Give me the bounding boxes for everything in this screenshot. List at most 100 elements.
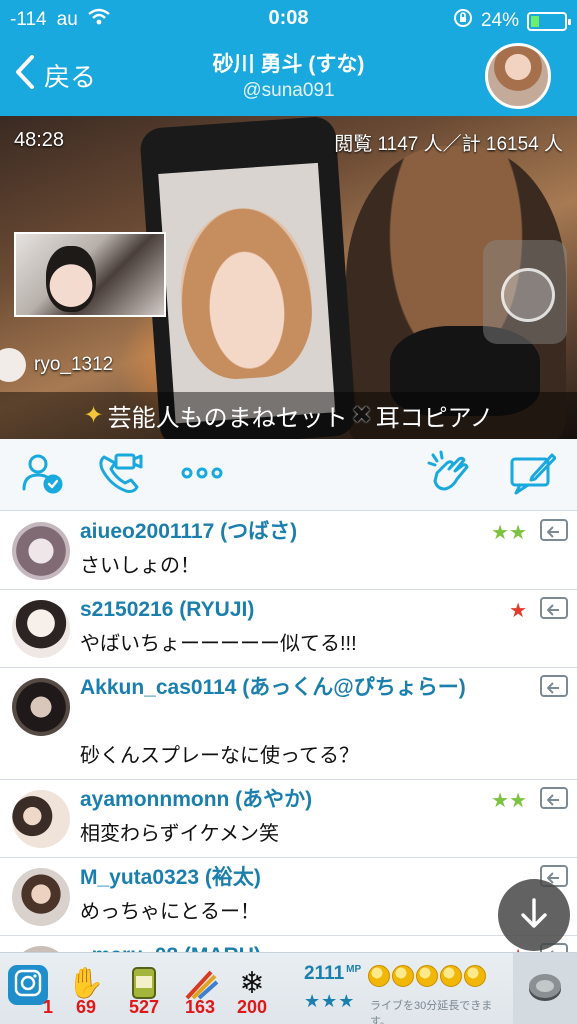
caption-right: 耳コピアノ bbox=[375, 405, 494, 432]
gift-tea-can[interactable]: 527 bbox=[120, 961, 168, 1021]
arrow-down-icon bbox=[517, 896, 551, 935]
instagram-count: 1 bbox=[43, 997, 54, 1017]
comment-username[interactable]: M_yuta0323 (裕太) bbox=[80, 863, 261, 893]
broadcaster-name: 砂川 勇斗 (すな) bbox=[212, 53, 365, 76]
viewer-stats: 閲覧 1147 人／計 16154 人 bbox=[334, 134, 563, 155]
green-star-badge-icon: ★ bbox=[509, 522, 527, 544]
comment-badges: ★ ★ bbox=[491, 522, 527, 544]
comment-badges: ★ ★ bbox=[491, 790, 527, 812]
broadcast-elapsed-time: 48:28 bbox=[14, 129, 65, 151]
green-star-badge-icon: ★ bbox=[509, 790, 527, 812]
broadcaster-avatar[interactable] bbox=[485, 43, 551, 109]
mp-value: 2111 MP bbox=[304, 963, 361, 985]
gift-bar: 1 ✋ 69 527 163 ❄ 200 2111 MP ★★★ ライブを30分延… bbox=[0, 952, 577, 1024]
comment-username[interactable]: _maru_08 (MARU) bbox=[80, 941, 261, 952]
video-phone-screen bbox=[158, 162, 336, 424]
caption-left: 芸能人ものまねセット bbox=[107, 405, 348, 432]
comment-text: やばいちょーーーーー似てる!!! bbox=[80, 633, 357, 655]
mp-rank-stars: ★★★ bbox=[304, 991, 356, 1011]
mp-coins bbox=[368, 965, 486, 987]
coin-icon bbox=[440, 965, 462, 987]
extend-live-button[interactable] bbox=[513, 953, 577, 1024]
comment-text: 相変わらずイケメン笑 bbox=[80, 823, 279, 845]
cross-icon: ✖ bbox=[351, 402, 372, 429]
gift-snowflake[interactable]: ❄ 200 bbox=[228, 961, 276, 1021]
disk-icon bbox=[525, 967, 565, 1012]
live-video[interactable]: 48:28 閲覧 1147 人／計 16154 人 ryo_1312 ✦ 芸能人… bbox=[0, 116, 577, 439]
app-header: -114 au 0:08 24% 戻る 砂川 勇斗 (すな) @suna091 bbox=[0, 0, 577, 116]
broadcast-title-bar: ✦ 芸能人ものまねセット ✖ 耳コピアノ bbox=[0, 392, 577, 439]
follow-button[interactable] bbox=[14, 447, 70, 503]
mp-points[interactable]: 2111 MP ★★★ ライブを30分延長できます。 bbox=[300, 961, 510, 1024]
gift-count: 527 bbox=[128, 997, 160, 1017]
coin-icon bbox=[368, 965, 390, 987]
collab-call-button[interactable] bbox=[92, 447, 148, 503]
viewer-name: ryo_1312 bbox=[34, 354, 114, 375]
collab-viewer[interactable]: ryo_1312 bbox=[0, 348, 113, 382]
battery-level bbox=[531, 15, 539, 27]
status-bar: -114 au 0:08 24% bbox=[0, 0, 577, 36]
reply-button[interactable] bbox=[539, 674, 569, 700]
reply-button[interactable] bbox=[539, 596, 569, 622]
rotation-lock-icon bbox=[453, 8, 473, 34]
comment-username[interactable]: Akkun_cas0114 (あっくん@ぴちょらー) bbox=[80, 673, 520, 703]
instagram-button[interactable] bbox=[8, 965, 48, 1005]
green-star-badge-icon: ★ bbox=[491, 790, 510, 812]
extend-note: ライブを30分延長できます。 bbox=[370, 1000, 493, 1024]
action-toolbar bbox=[0, 439, 577, 511]
avatar[interactable] bbox=[12, 790, 70, 848]
chevron-left-icon bbox=[14, 54, 36, 97]
video-held-phone bbox=[139, 116, 357, 439]
comment-list[interactable]: aiueo2001117 (つばさ) さいしょの！ ★ ★ s2150216 (… bbox=[0, 512, 577, 952]
sparkle-star-icon: ✦ bbox=[83, 402, 104, 429]
comment-text: めっちゃにとるー！ bbox=[80, 901, 260, 923]
gift-clap[interactable]: ✋ 69 bbox=[62, 961, 110, 1021]
mp-unit: MP bbox=[346, 963, 362, 975]
battery-percent: 24% bbox=[480, 10, 519, 31]
call-video-icon bbox=[96, 451, 144, 500]
broadcaster-handle: @suna091 bbox=[242, 80, 335, 101]
green-star-badge-icon: ★ bbox=[491, 522, 510, 544]
mp-number: 2111 bbox=[304, 963, 345, 984]
coin-icon bbox=[464, 965, 486, 987]
avatar[interactable] bbox=[12, 678, 70, 736]
comment-text: さいしょの！ bbox=[80, 555, 200, 577]
coin-icon bbox=[392, 965, 414, 987]
battery-icon bbox=[527, 11, 571, 31]
camera-switch-button[interactable] bbox=[483, 240, 567, 344]
comment-username[interactable]: aiueo2001117 (つばさ) bbox=[80, 517, 297, 547]
comment-item: _maru_08 (MARU) ★ bbox=[0, 936, 577, 952]
back-label: 戻る bbox=[44, 61, 97, 92]
gift-count: 163 bbox=[184, 997, 216, 1017]
reply-button[interactable] bbox=[539, 518, 569, 544]
instagram-icon bbox=[14, 969, 42, 1002]
gift-fireworks[interactable]: 163 bbox=[176, 961, 224, 1021]
video-phone-photo bbox=[175, 203, 317, 383]
comment-username[interactable]: s2150216 (RYUJI) bbox=[80, 595, 254, 625]
comment-item: ayamonnmonn (あやか) 相変わらずイケメン笑 ★ ★ bbox=[0, 780, 577, 858]
collab-pip-video[interactable] bbox=[14, 232, 166, 317]
compose-icon bbox=[508, 451, 557, 500]
comment-item: aiueo2001117 (つばさ) さいしょの！ ★ ★ bbox=[0, 512, 577, 590]
coin-icon bbox=[416, 965, 438, 987]
reply-button[interactable] bbox=[539, 786, 569, 812]
applause-button[interactable] bbox=[424, 447, 480, 503]
red-star-badge-icon: ★ bbox=[509, 600, 527, 622]
more-button[interactable] bbox=[174, 447, 230, 503]
comment-badges: ★ bbox=[509, 600, 527, 622]
viewer-avatar bbox=[0, 348, 26, 382]
back-button[interactable]: 戻る bbox=[14, 54, 96, 96]
scroll-to-latest-button[interactable] bbox=[498, 879, 570, 951]
comment-username[interactable]: ayamonnmonn (あやか) bbox=[80, 785, 312, 815]
compose-button[interactable] bbox=[504, 447, 560, 503]
comment-item: M_yuta0323 (裕太) めっちゃにとるー！ bbox=[0, 858, 577, 936]
more-icon bbox=[180, 466, 224, 485]
status-right: 24% bbox=[453, 8, 571, 34]
avatar[interactable] bbox=[12, 868, 70, 926]
comment-item: Akkun_cas0114 (あっくん@ぴちょらー) 砂くんスプレーなに使ってる… bbox=[0, 668, 577, 780]
comment-item: s2150216 (RYUJI) やばいちょーーーーー似てる!!! ★ bbox=[0, 590, 577, 668]
gift-count: 69 bbox=[75, 997, 97, 1017]
avatar[interactable] bbox=[12, 600, 70, 658]
avatar[interactable] bbox=[12, 522, 70, 580]
pip-guest-face bbox=[46, 246, 96, 312]
